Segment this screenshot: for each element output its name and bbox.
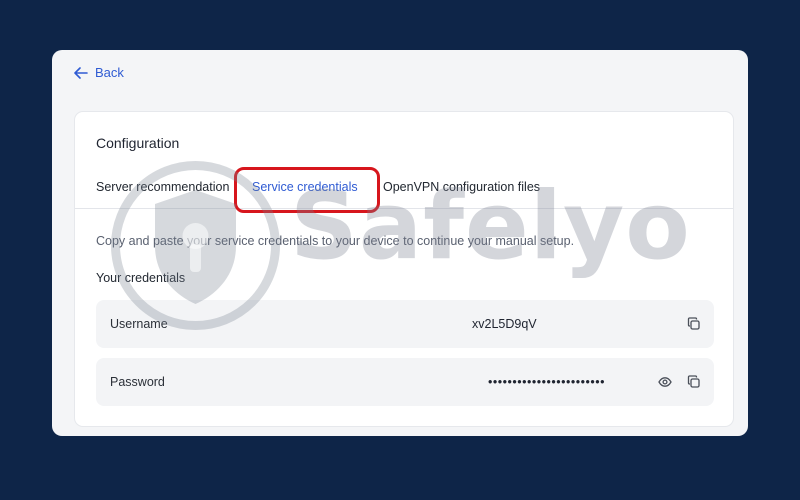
instruction-text: Copy and paste your service credentials …	[96, 234, 575, 248]
vpn-dashboard-window: Back Configuration Server recommendation…	[52, 50, 748, 436]
username-label: Username	[110, 317, 168, 331]
arrow-left-icon	[74, 66, 88, 79]
password-label: Password	[110, 375, 165, 389]
password-value[interactable]: ••••••••••••••••••••••••	[488, 375, 605, 389]
username-value[interactable]: xv2L5D9qV	[472, 317, 537, 331]
tab-openvpn-configuration-files[interactable]: OpenVPN configuration files	[383, 180, 540, 194]
password-row: Password ••••••••••••••••••••••••	[96, 358, 714, 406]
tab-server-recommendation[interactable]: Server recommendation	[96, 180, 229, 194]
tab-service-credentials[interactable]: Service credentials	[252, 180, 358, 194]
username-row: Username xv2L5D9qV	[96, 300, 714, 348]
back-label: Back	[95, 65, 124, 80]
copy-icon[interactable]	[687, 375, 701, 389]
copy-icon[interactable]	[687, 317, 701, 331]
configuration-tabs: Server recommendation Service credential…	[75, 167, 733, 213]
credentials-heading: Your credentials	[96, 271, 186, 285]
card-title: Configuration	[96, 135, 180, 151]
configuration-card: Configuration Server recommendation Serv…	[74, 111, 734, 427]
back-link[interactable]: Back	[74, 65, 124, 80]
eye-icon[interactable]	[658, 375, 672, 389]
